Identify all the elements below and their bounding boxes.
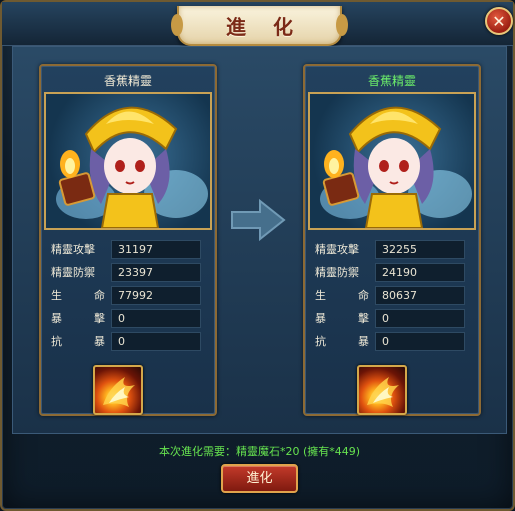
right-arrow-icon [228, 195, 288, 245]
stat-value: 0 [375, 331, 465, 351]
stats-list: 精靈攻擊 32255 精靈防禦 24190 生命 80637 暴擊 0 抗暴 0 [315, 238, 475, 353]
stat-row-defense: 精靈防禦 24190 [315, 261, 475, 283]
stat-value: 24190 [375, 262, 465, 282]
skill-flame-graphic [103, 377, 135, 407]
evolve-button[interactable]: 進化 [221, 464, 298, 493]
pet-portrait [44, 92, 212, 230]
stat-label: 抗暴 [315, 335, 369, 348]
stat-value: 0 [375, 308, 465, 328]
stat-label: 生命 [51, 289, 105, 302]
stat-value: 80637 [375, 285, 465, 305]
evolution-requirement: 本次進化需要：精靈魔石*20 (擁有*449) [158, 445, 361, 458]
stat-row-crit-resist: 抗暴 0 [315, 330, 475, 352]
stats-list: 精靈攻擊 31197 精靈防禦 23397 生命 77992 暴擊 0 抗暴 0 [51, 238, 211, 353]
stat-value: 0 [111, 308, 201, 328]
fire-burst-icon[interactable] [357, 365, 407, 415]
stat-label: 暴擊 [51, 312, 105, 325]
stat-row-attack: 精靈攻擊 31197 [51, 238, 211, 260]
stat-label: 精靈防禦 [51, 266, 95, 279]
current-pet-card: 香蕉精靈 精靈攻擊 31197 精靈防禦 23397 生 命 77992 暴 擊… [39, 64, 217, 416]
stat-value: 77992 [111, 285, 201, 305]
stat-row-crit: 暴擊 0 [315, 307, 475, 329]
stat-label: 暴擊 [315, 312, 369, 325]
fairy-portrait-image [56, 106, 208, 228]
stat-value: 31197 [111, 239, 201, 259]
close-icon: ✕ [492, 11, 506, 31]
stat-row-attack: 精靈攻擊 32255 [315, 238, 475, 260]
stat-label: 生命 [315, 289, 369, 302]
stat-value: 32255 [375, 239, 465, 259]
skill-flame-graphic [367, 377, 399, 407]
pet-portrait [308, 92, 476, 230]
stat-row-hp: 生命 80637 [315, 284, 475, 306]
title-bar: 進 化 [2, 2, 513, 46]
window-title: 進 化 [226, 14, 303, 39]
stat-value: 23397 [111, 262, 201, 282]
pet-name: 香蕉精靈 [367, 74, 416, 88]
title-plaque: 進 化 [171, 6, 348, 46]
stat-row-hp: 生命 77992 [51, 284, 211, 306]
stat-row-crit: 暴擊 0 [51, 307, 211, 329]
fire-burst-icon[interactable] [93, 365, 143, 415]
close-button[interactable]: ✕ [485, 7, 513, 35]
pet-name: 香蕉精靈 [103, 74, 152, 88]
stat-row-crit-resist: 抗暴 0 [51, 330, 211, 352]
stat-value: 0 [111, 331, 201, 351]
fairy-portrait-image [320, 106, 472, 228]
stat-row-defense: 精靈防禦 23397 [51, 261, 211, 283]
evolved-pet-card: 香蕉精靈 精靈攻擊 32255 精靈防禦 24190 生 命 80637 暴 擊… [303, 64, 481, 416]
evolution-panel: 香蕉精靈 精靈攻擊 31197 精靈防禦 23397 生 命 77992 暴 擊… [12, 46, 507, 434]
stat-label: 精靈攻擊 [51, 243, 95, 256]
stat-label: 精靈攻擊 [315, 243, 359, 256]
evolution-window: 進 化 ✕ 香蕉精靈 精靈攻擊 31197 精靈防禦 23397 生 命 779… [0, 0, 515, 511]
stat-label: 抗暴 [51, 335, 105, 348]
stat-label: 精靈防禦 [315, 266, 359, 279]
